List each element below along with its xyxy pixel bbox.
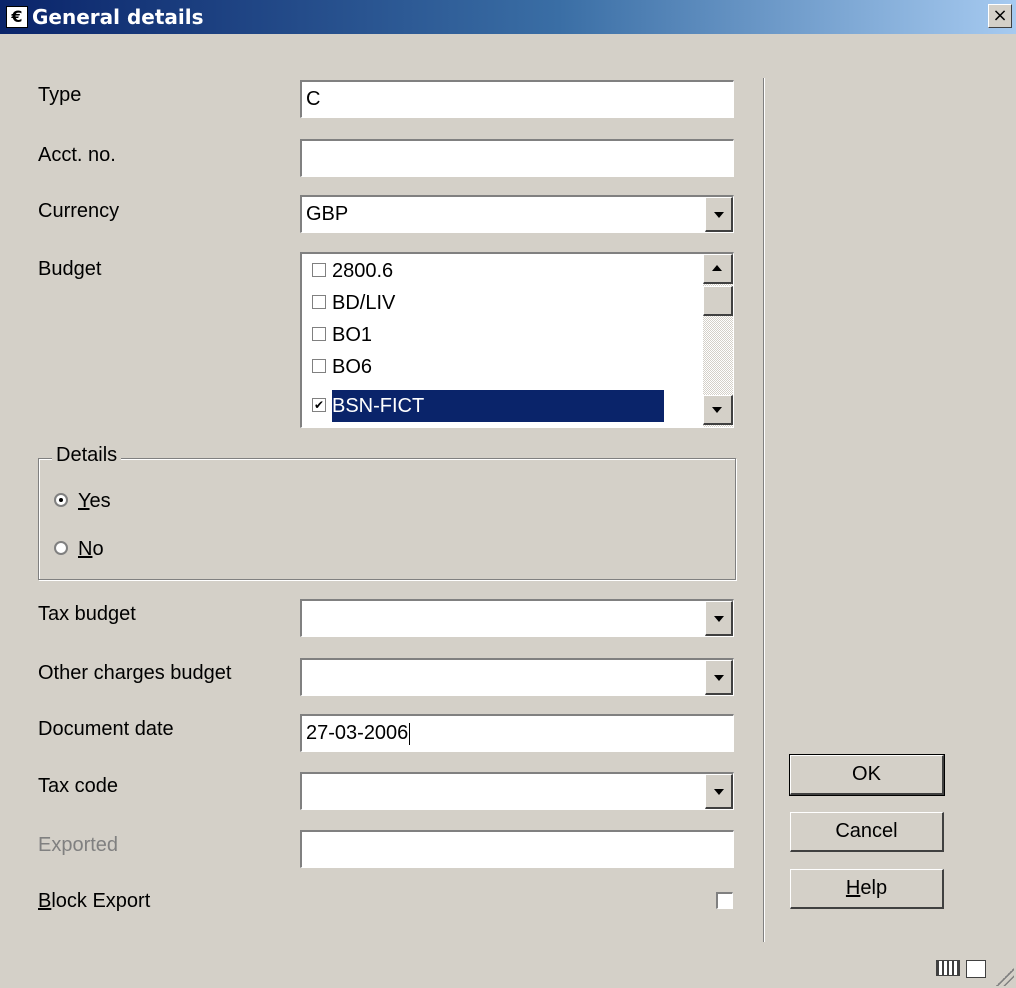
budget-label: Budget — [38, 258, 102, 280]
chevron-down-icon — [714, 616, 724, 622]
exported-label: Exported — [38, 834, 119, 856]
budget-item-checkbox[interactable] — [312, 359, 326, 373]
budget-item-checkbox[interactable] — [312, 327, 326, 341]
tax-budget-label: Tax budget — [38, 603, 136, 625]
scroll-up-button[interactable] — [703, 254, 733, 284]
close-icon: × — [992, 5, 1008, 26]
chevron-down-icon — [714, 789, 724, 795]
block-export-label: Block Export — [38, 890, 151, 912]
vertical-divider — [763, 78, 764, 942]
status-icons — [936, 958, 992, 982]
app-euro-icon: € — [6, 6, 28, 28]
currency-select[interactable]: GBP — [300, 195, 734, 233]
budget-item-2800-6[interactable]: 2800.6 — [308, 255, 704, 287]
scroll-down-button[interactable] — [703, 395, 733, 425]
expand-icon[interactable] — [966, 960, 986, 978]
document-date-label: Document date — [38, 718, 174, 740]
title-bar[interactable]: € General details × — [0, 0, 1016, 34]
cancel-button[interactable]: Cancel — [790, 812, 944, 852]
chevron-down-icon — [714, 212, 724, 218]
type-label: Type — [38, 84, 82, 106]
tax-code-dropdown-button[interactable] — [705, 774, 733, 809]
tax-budget-dropdown-button[interactable] — [705, 601, 733, 636]
budget-item-bd-liv[interactable]: BD/LIV — [308, 287, 704, 319]
ok-button[interactable]: OK — [789, 754, 945, 796]
currency-label: Currency — [38, 200, 120, 222]
budget-listbox[interactable]: 2800.6 BD/LIV BO1 BO6 ✔ BSN-FICT — [300, 252, 734, 428]
text-caret — [409, 722, 411, 745]
tax-budget-select[interactable] — [300, 599, 734, 637]
budget-scrollbar[interactable] — [703, 254, 733, 427]
block-export-checkbox[interactable] — [716, 892, 733, 909]
radio-unchecked-icon[interactable] — [54, 541, 68, 555]
other-charges-budget-select[interactable] — [300, 658, 734, 696]
resize-grip-icon[interactable] — [996, 968, 1014, 986]
close-button[interactable]: × — [988, 4, 1012, 28]
type-input[interactable]: C — [300, 80, 734, 118]
tax-code-select[interactable] — [300, 772, 734, 810]
window-title: General details — [32, 5, 204, 29]
document-date-input[interactable]: 27-03-2006 — [300, 714, 734, 752]
chevron-up-icon — [712, 265, 722, 271]
help-button[interactable]: Help — [790, 869, 944, 909]
radio-checked-icon[interactable] — [54, 493, 68, 507]
budget-item-bsn-fict[interactable]: ✔ BSN-FICT — [308, 390, 704, 422]
acct-no-input[interactable] — [300, 139, 734, 177]
other-charges-dropdown-button[interactable] — [705, 660, 733, 695]
budget-item-checkbox[interactable] — [312, 295, 326, 309]
other-charges-budget-label: Other charges budget — [38, 662, 232, 684]
currency-dropdown-button[interactable] — [705, 197, 733, 232]
budget-item-bo1[interactable]: BO1 — [308, 319, 704, 351]
budget-item-bo6[interactable]: BO6 — [308, 351, 704, 383]
budget-item-checkbox-checked[interactable]: ✔ — [312, 398, 326, 412]
tax-code-label: Tax code — [38, 775, 119, 797]
chevron-down-icon — [712, 407, 722, 413]
budget-item-checkbox[interactable] — [312, 263, 326, 277]
chevron-down-icon — [714, 675, 724, 681]
exported-input[interactable] — [300, 830, 734, 868]
acct-no-label: Acct. no. — [38, 144, 116, 166]
details-groupbox — [38, 458, 736, 580]
keyboard-icon[interactable] — [936, 960, 960, 976]
scroll-thumb[interactable] — [703, 286, 733, 316]
details-legend: Details — [52, 444, 122, 467]
